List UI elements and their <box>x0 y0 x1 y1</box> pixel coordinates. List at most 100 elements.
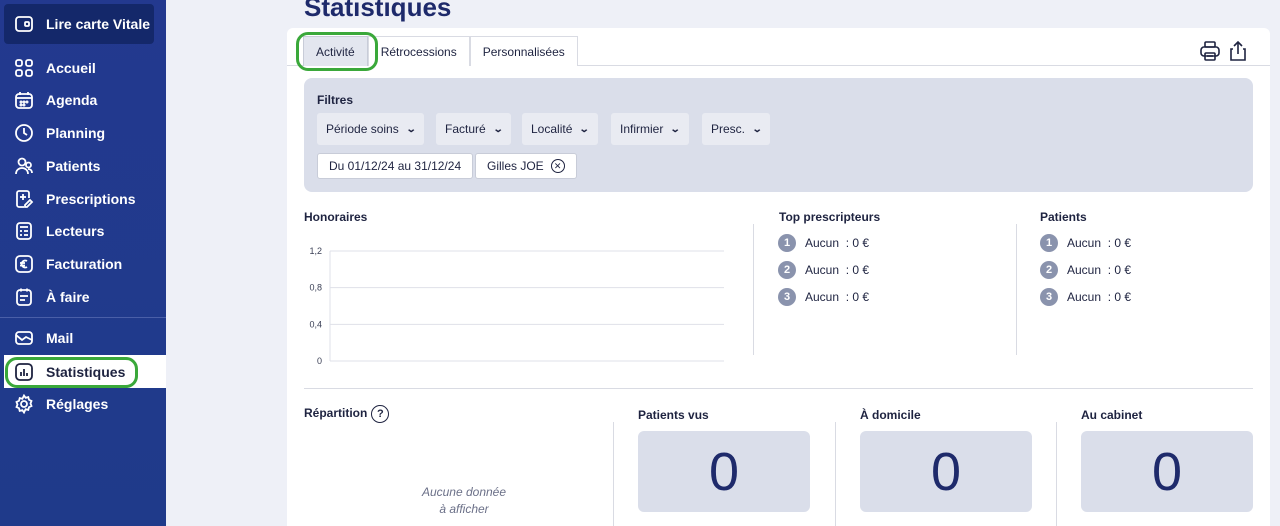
rank-name: Aucun <box>1067 263 1102 277</box>
kpi-a-domicile: 0 <box>860 431 1032 512</box>
rank-name: Aucun <box>1067 290 1102 304</box>
sidebar-item-label: Agenda <box>46 92 98 108</box>
y-tick-label: 0,8 <box>309 283 322 293</box>
card-reader-icon <box>15 16 33 32</box>
honoraires-chart: 1,2 0,8 0,4 0 <box>309 246 724 366</box>
sidebar: Lire carte Vitale Accueil Agenda Plannin… <box>0 0 166 526</box>
dropdown-label: Presc. <box>711 122 746 136</box>
chevron-down-icon: ⌄ <box>670 123 681 135</box>
share-icon <box>1230 40 1246 61</box>
tab-activite[interactable]: Activité <box>303 36 368 66</box>
filters-label: Filtres <box>317 93 354 107</box>
page-title: Statistiques <box>304 0 452 22</box>
vitale-label: Lire carte Vitale <box>46 16 151 32</box>
sidebar-item-a-faire[interactable]: À faire <box>0 281 166 313</box>
mail-icon <box>14 328 34 348</box>
sidebar-item-label: Accueil <box>46 60 96 76</box>
filter-infirmier-dropdown[interactable]: Infirmier ⌄ <box>611 113 689 145</box>
sidebar-item-label: Lecteurs <box>46 223 105 239</box>
sidebar-item-label: Mail <box>46 330 74 346</box>
sidebar-item-patients[interactable]: Patients <box>0 150 166 182</box>
chart-icon <box>14 362 34 382</box>
sidebar-item-mail[interactable]: Mail <box>0 322 166 354</box>
kpi-title-a-domicile: À domicile <box>860 408 921 422</box>
filter-localite-dropdown[interactable]: Localité ⌄ <box>522 113 598 145</box>
list-item: 2 Aucun : 0 € <box>1040 261 1131 279</box>
clock-icon <box>14 123 34 143</box>
empty-state: Aucune donnée à afficher <box>389 484 539 518</box>
dropdown-label: Infirmier <box>620 122 664 136</box>
chevron-down-icon: ⌄ <box>492 123 504 135</box>
prescription-icon <box>14 189 34 209</box>
filters-box: Filtres Période soins ⌄ Facturé ⌄ Localité… <box>304 78 1253 192</box>
sidebar-item-lecteurs[interactable]: Lecteurs <box>0 215 166 247</box>
dropdown-label: Facturé <box>445 122 486 136</box>
divider <box>1056 422 1057 526</box>
sidebar-item-statistiques[interactable]: Statistiques <box>4 355 166 388</box>
sidebar-item-label: À faire <box>46 289 90 305</box>
filter-periode-soins-dropdown[interactable]: Période soins ⌄ <box>317 113 425 145</box>
todo-icon <box>14 287 34 307</box>
tab-bar: Activité Rétrocessions Personnalisées <box>303 36 578 66</box>
rank-badge: 2 <box>778 261 796 279</box>
list-item: 2 Aucun : 0 € <box>778 261 869 279</box>
kpi-patients-vus: 0 <box>638 431 810 512</box>
tab-personnalisees[interactable]: Personnalisées <box>469 36 578 66</box>
rank-value: : 0 € <box>845 290 870 304</box>
rank-name: Aucun <box>805 290 840 304</box>
divider <box>1016 224 1017 355</box>
chip-label: Du 01/12/24 au 31/12/24 <box>329 159 462 173</box>
gear-icon <box>14 394 34 414</box>
rank-badge: 3 <box>1040 288 1058 306</box>
tab-retrocessions[interactable]: Rétrocessions <box>367 36 470 66</box>
rank-name: Aucun <box>805 236 840 250</box>
sidebar-item-accueil[interactable]: Accueil <box>0 52 166 84</box>
rank-value: : 0 € <box>1107 263 1132 277</box>
rank-badge: 1 <box>778 234 796 252</box>
print-button[interactable] <box>1199 40 1221 62</box>
sidebar-item-reglages[interactable]: Réglages <box>0 388 166 420</box>
sidebar-item-planning[interactable]: Planning <box>0 117 166 149</box>
users-icon <box>14 156 34 176</box>
help-icon[interactable]: ? <box>371 405 390 423</box>
chevron-down-icon: ⌄ <box>579 123 591 135</box>
section-divider <box>304 388 1253 389</box>
close-icon[interactable]: ✕ <box>550 159 565 173</box>
rank-value: : 0 € <box>1107 236 1132 250</box>
divider <box>613 422 614 526</box>
patients-title: Patients <box>1040 210 1087 224</box>
sidebar-item-prescriptions[interactable]: Prescriptions <box>0 183 166 215</box>
list-item: 1 Aucun : 0 € <box>778 234 869 252</box>
rank-badge: 1 <box>1040 234 1058 252</box>
euro-icon <box>14 254 34 274</box>
sidebar-item-label: Facturation <box>46 256 123 272</box>
chip-label: Gilles JOE <box>487 159 544 173</box>
list-item: 3 Aucun : 0 € <box>1040 288 1131 306</box>
date-range-chip[interactable]: Du 01/12/24 au 31/12/24 <box>317 153 474 179</box>
sidebar-item-label: Réglages <box>46 396 109 412</box>
y-tick-label: 0 <box>317 356 322 366</box>
divider <box>835 422 836 526</box>
chevron-down-icon: ⌄ <box>751 123 763 135</box>
sidebar-item-facturation[interactable]: Facturation <box>0 248 166 280</box>
rank-name: Aucun <box>805 263 840 277</box>
share-button[interactable] <box>1227 40 1249 62</box>
filter-facture-dropdown[interactable]: Facturé ⌄ <box>436 113 512 145</box>
kpi-title-au-cabinet: Au cabinet <box>1081 408 1143 422</box>
rank-value: : 0 € <box>845 236 870 250</box>
print-icon <box>1200 41 1220 61</box>
read-vitale-card-button[interactable]: Lire carte Vitale <box>4 4 154 44</box>
repartition-label: Répartition <box>304 406 368 421</box>
statistics-panel: Activité Rétrocessions Personnalisées Fi… <box>287 28 1270 526</box>
sidebar-item-label: Planning <box>46 125 106 141</box>
sidebar-item-label: Patients <box>46 158 101 174</box>
grid-icon <box>14 58 34 78</box>
sidebar-divider <box>0 317 166 318</box>
sidebar-item-agenda[interactable]: Agenda <box>0 84 166 116</box>
filter-presc-dropdown[interactable]: Presc. ⌄ <box>702 113 771 145</box>
nurse-chip[interactable]: Gilles JOE ✕ <box>475 153 577 179</box>
empty-line-1: Aucune donnée <box>421 485 507 499</box>
y-tick-label: 1,2 <box>309 246 322 256</box>
honoraires-title: Honoraires <box>304 210 368 224</box>
list-item: 3 Aucun : 0 € <box>778 288 869 306</box>
